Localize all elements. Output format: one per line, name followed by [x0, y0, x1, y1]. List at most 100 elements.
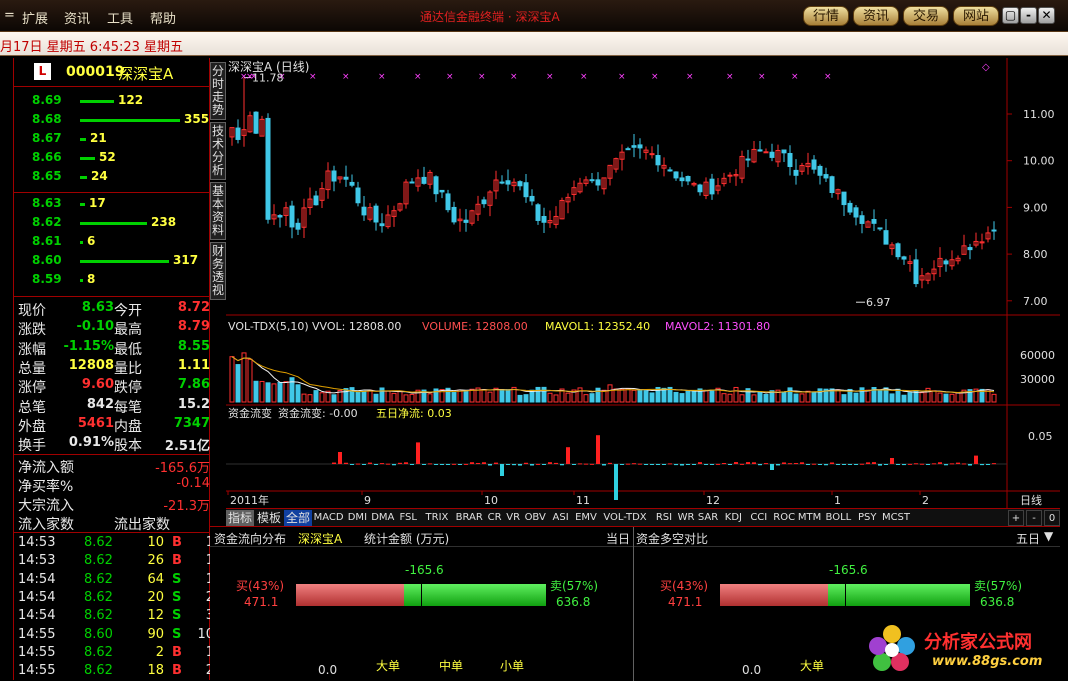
- volume-bar: [277, 381, 283, 403]
- tick-volume: 64: [147, 571, 164, 587]
- indicator-tab[interactable]: 指标: [226, 510, 254, 526]
- quote-value: 842: [86, 396, 114, 412]
- tab-fundamentals[interactable]: 基本资料: [210, 182, 226, 240]
- indicator-tab[interactable]: BRAR: [454, 510, 485, 526]
- candle-body: [811, 159, 817, 170]
- indicator-tab[interactable]: KDJ: [721, 510, 745, 526]
- five-day-flow: 五日净流: 0.03: [376, 406, 452, 420]
- indicator-tab[interactable]: MCST: [880, 510, 911, 526]
- level-price: 8.61: [32, 234, 62, 248]
- flow-bar: [518, 464, 522, 466]
- flow-bar: [572, 464, 576, 465]
- flow-bar: [812, 463, 816, 465]
- vertical-tabs: 分时走势 技术分析 基本资料 财务透视: [210, 58, 226, 308]
- candle-body: [841, 191, 847, 206]
- quote-value: -0.10: [76, 319, 114, 335]
- level-volume: 17: [89, 196, 106, 210]
- close-icon[interactable]: ✕: [1038, 7, 1055, 24]
- volume-bar: [643, 390, 649, 403]
- quote-value: 12808: [68, 357, 114, 373]
- menu-extend[interactable]: 扩展: [22, 8, 48, 27]
- tab-intraday[interactable]: 分时走势: [210, 62, 226, 120]
- indicator-tab[interactable]: PSY: [855, 510, 879, 526]
- minimize-icon[interactable]: -: [1020, 7, 1037, 24]
- quote-value: 15.2: [177, 396, 210, 412]
- tick-side: S: [172, 626, 182, 642]
- signal-mark: ×: [546, 72, 554, 82]
- level-bar: [80, 222, 147, 225]
- quote-label: 最高: [114, 322, 142, 339]
- indicator-tab[interactable]: 全部: [284, 510, 312, 526]
- indicator-tab[interactable]: ASI: [548, 510, 572, 526]
- candle-body: [859, 215, 865, 224]
- flow-bar: [908, 463, 912, 465]
- indicator-tab[interactable]: RSI: [652, 510, 676, 526]
- menu-help[interactable]: 帮助: [150, 8, 176, 27]
- indicator-tab[interactable]: BOLL: [823, 510, 854, 526]
- flow-bar: [488, 464, 492, 466]
- indicator-control-button[interactable]: 0: [1044, 510, 1060, 526]
- indicator-tab[interactable]: MACD: [313, 510, 344, 526]
- indicator-tab[interactable]: DMI: [345, 510, 369, 526]
- flow-bar: [836, 464, 840, 465]
- flow-bar: [338, 452, 342, 464]
- indicator-control-button[interactable]: -: [1026, 510, 1042, 526]
- quote-button[interactable]: 行情: [803, 6, 849, 26]
- tab-technical[interactable]: 技术分析: [210, 122, 226, 180]
- indicator-tab[interactable]: CCI: [747, 510, 771, 526]
- flow-bar: [482, 462, 486, 464]
- flow-bar: [428, 463, 432, 465]
- tab-financials[interactable]: 财务透视: [210, 242, 226, 300]
- flow-bar: [524, 462, 528, 464]
- chevron-down-icon[interactable]: ▼: [1044, 529, 1053, 543]
- website-button[interactable]: 网站: [953, 6, 999, 26]
- indicator-tab[interactable]: OBV: [523, 510, 547, 526]
- quote-row: 外盘 5461 内盘 7347: [18, 416, 210, 435]
- candle-body: [277, 215, 283, 218]
- tick-side: B: [172, 663, 182, 679]
- fund-period-right[interactable]: 五日: [1016, 530, 1040, 547]
- indicator-tab[interactable]: TRIX: [421, 510, 452, 526]
- indicator-tab[interactable]: VR: [504, 510, 522, 526]
- indicator-tab[interactable]: FSL: [396, 510, 420, 526]
- candle-body: [967, 247, 973, 251]
- indicator-tab[interactable]: WR: [677, 510, 695, 526]
- flow-bar: [416, 442, 420, 464]
- flow-row: 大宗流入 -21.3万: [18, 495, 210, 514]
- level-bar: [80, 176, 87, 179]
- indicator-tab[interactable]: MTM: [797, 510, 821, 526]
- menu-tools[interactable]: 工具: [107, 8, 133, 27]
- fund-period-left[interactable]: 当日: [606, 530, 630, 547]
- indicator-tab[interactable]: DMA: [371, 510, 395, 526]
- flow-bar: [638, 463, 642, 465]
- indicator-tab[interactable]: VOL-TDX: [599, 510, 651, 526]
- volume-bar: [373, 393, 379, 403]
- indicator-tab[interactable]: EMV: [574, 510, 598, 526]
- candle-body: [631, 145, 637, 148]
- indicator-control-button[interactable]: +: [1008, 510, 1024, 526]
- flow-bar: [962, 463, 966, 465]
- flow-bar: [458, 464, 462, 465]
- indicator-tab[interactable]: ROC: [772, 510, 796, 526]
- flow-bar: [842, 464, 846, 465]
- news-button[interactable]: 资讯: [853, 6, 899, 26]
- quote-label: 跌停: [114, 380, 142, 397]
- net-marker: [421, 582, 422, 608]
- signal-mark: ×: [309, 72, 317, 82]
- volume-bar: [691, 390, 697, 403]
- flow-bar: [662, 464, 666, 465]
- flow-bar: [734, 462, 738, 464]
- level-volume: 21: [90, 131, 107, 145]
- quote-value: 8.63: [81, 300, 114, 315]
- indicator-tab[interactable]: SAR: [696, 510, 720, 526]
- tick-volume: 90: [147, 626, 164, 642]
- indicator-tab[interactable]: 模板: [255, 510, 283, 526]
- flow-bar: [806, 464, 810, 465]
- menu-info[interactable]: 资讯: [64, 8, 90, 27]
- trade-button[interactable]: 交易: [903, 6, 949, 26]
- watermark: 分析家公式网 www.88gs.com: [862, 620, 1062, 680]
- flow-bar: [788, 463, 792, 465]
- indicator-tab[interactable]: CR: [486, 510, 504, 526]
- restore-icon[interactable]: ▢: [1002, 7, 1019, 24]
- left-edge: [0, 58, 14, 680]
